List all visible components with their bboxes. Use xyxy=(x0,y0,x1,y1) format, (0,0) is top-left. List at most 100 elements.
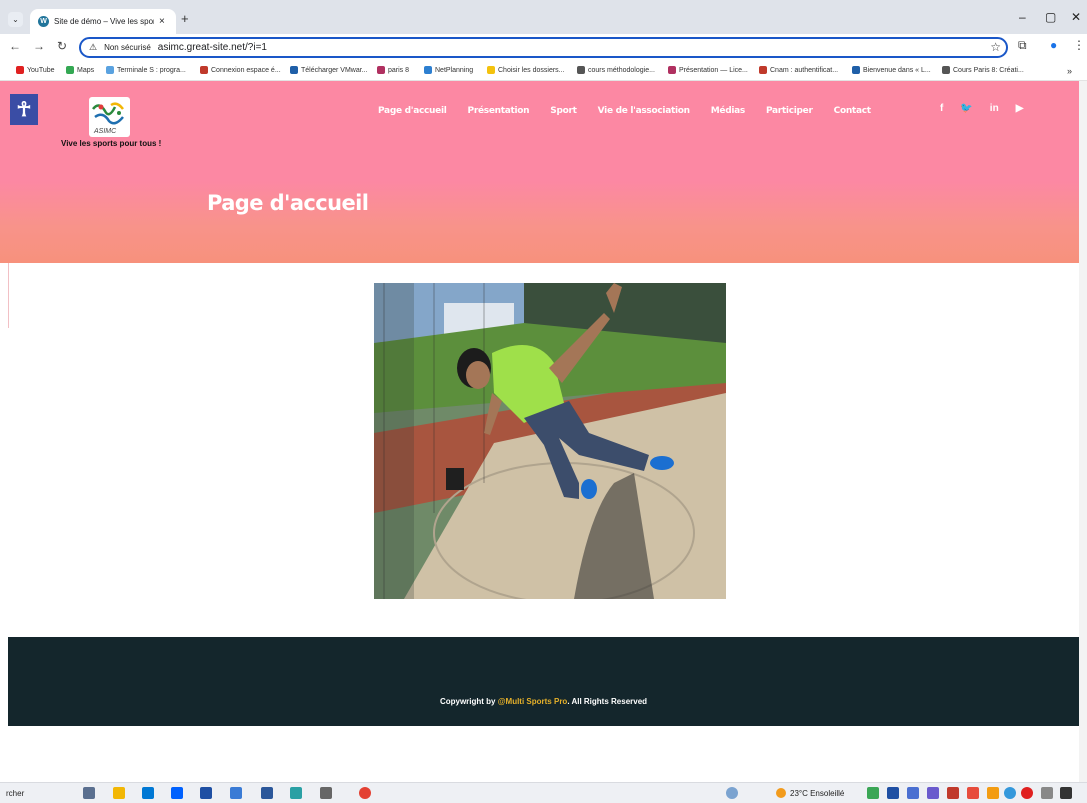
maps-icon xyxy=(66,66,74,74)
tray-icon[interactable] xyxy=(947,787,959,799)
back-icon[interactable]: ← xyxy=(9,39,21,53)
bookmark-icon xyxy=(668,66,676,74)
bookmark-star-icon[interactable]: ☆ xyxy=(990,40,1001,54)
close-tab-icon[interactable]: × xyxy=(159,16,165,27)
main-nav: Page d'accueil Présentation Sport Vie de… xyxy=(378,106,871,116)
task-view-icon[interactable] xyxy=(83,787,95,799)
app-icon[interactable] xyxy=(200,787,212,799)
profile-icon[interactable]: ● xyxy=(1050,38,1057,52)
globe-icon xyxy=(577,66,585,74)
dropbox-icon[interactable] xyxy=(171,787,183,799)
nav-participate[interactable]: Participer xyxy=(766,106,813,116)
help-icon[interactable] xyxy=(726,787,738,799)
logo-graphic: ASIMC xyxy=(92,102,124,135)
bookmark-item[interactable]: Bienvenue dans « L... xyxy=(852,66,931,74)
scrollbar[interactable] xyxy=(1079,81,1087,782)
bookmark-item[interactable]: paris 8 xyxy=(377,66,409,74)
reload-icon[interactable]: ↻ xyxy=(57,39,67,53)
tray-icon[interactable] xyxy=(1041,787,1053,799)
bookmark-icon xyxy=(424,66,432,74)
browser-tab[interactable]: W Site de démo – Vive les sports p × xyxy=(30,9,176,34)
bookmark-item[interactable]: YouTube xyxy=(16,66,55,74)
bookmark-item[interactable]: Cnam : authentificat... xyxy=(759,66,838,74)
bookmark-icon xyxy=(487,66,495,74)
bookmark-item[interactable]: Choisir les dossiers... xyxy=(487,66,565,74)
page-title: Page d'accueil xyxy=(207,191,369,215)
file-explorer-icon[interactable] xyxy=(113,787,125,799)
tab-title: Site de démo – Vive les sports p xyxy=(54,17,154,26)
bookmarks-overflow-button[interactable]: » xyxy=(1067,66,1072,76)
site-tagline: Vive les sports pour tous ! xyxy=(61,139,162,148)
edge-icon[interactable] xyxy=(290,787,302,799)
app-icon[interactable] xyxy=(320,787,332,799)
forward-icon[interactable]: → xyxy=(33,39,45,53)
tray-icon[interactable] xyxy=(907,787,919,799)
nav-presentation[interactable]: Présentation xyxy=(468,106,530,116)
maximize-icon[interactable]: ▢ xyxy=(1045,10,1056,24)
bookmark-icon xyxy=(852,66,860,74)
menu-icon[interactable]: ⋮ xyxy=(1073,38,1085,52)
site-footer: Copywright by @Multi Sports Pro. All Rig… xyxy=(8,637,1079,726)
bookmark-item[interactable]: Connexion espace é... xyxy=(200,66,281,74)
bookmark-icon xyxy=(200,66,208,74)
tray-icon[interactable] xyxy=(887,787,899,799)
bookmark-item[interactable]: Présentation — Lice... xyxy=(668,66,748,74)
athlete-photo xyxy=(374,283,726,599)
close-window-icon[interactable]: ✕ xyxy=(1071,10,1081,24)
divider xyxy=(8,263,9,328)
weather-widget[interactable]: 23°C Ensoleillé xyxy=(776,788,844,798)
globe-icon xyxy=(942,66,950,74)
facebook-icon[interactable]: f xyxy=(940,103,943,114)
bookmark-item[interactable]: NetPlanning xyxy=(424,66,473,74)
sun-icon xyxy=(776,788,786,798)
store-icon[interactable] xyxy=(142,787,154,799)
tray-icon[interactable] xyxy=(1004,787,1016,799)
bookmark-icon xyxy=(377,66,385,74)
accessibility-icon[interactable]: ☥ xyxy=(10,94,38,125)
minimize-icon[interactable]: – xyxy=(1019,10,1026,24)
brand-link[interactable]: @Multi Sports Pro xyxy=(498,697,568,706)
tray-icon[interactable] xyxy=(987,787,999,799)
copyright-text: Copywright by @Multi Sports Pro. All Rig… xyxy=(439,697,648,706)
linkedin-icon[interactable]: in xyxy=(990,103,999,114)
nav-home[interactable]: Page d'accueil xyxy=(378,106,447,116)
tray-icon[interactable] xyxy=(1060,787,1072,799)
tray-icon[interactable] xyxy=(867,787,879,799)
tray-icon[interactable] xyxy=(967,787,979,799)
word-icon[interactable] xyxy=(261,787,273,799)
bookmark-icon xyxy=(106,66,114,74)
social-links: f 🐦 in ▶ xyxy=(940,103,1023,114)
youtube-icon xyxy=(16,66,24,74)
photo-graphic xyxy=(374,283,726,599)
mail-icon[interactable] xyxy=(230,787,242,799)
taskbar-search[interactable]: rcher xyxy=(6,789,24,798)
nav-contact[interactable]: Contact xyxy=(834,106,871,116)
bookmark-item[interactable]: Terminale S : progra... xyxy=(106,66,186,74)
chrome-icon[interactable] xyxy=(359,787,371,799)
tab-search-button[interactable]: ⌄ xyxy=(8,12,23,27)
nav-media[interactable]: Médias xyxy=(711,106,746,116)
bookmark-item[interactable]: cours méthodologie... xyxy=(577,66,655,74)
os-taskbar: rcher 23°C Ensoleillé xyxy=(0,782,1087,803)
warning-icon: ⚠ xyxy=(89,42,98,52)
nav-association-life[interactable]: Vie de l'association xyxy=(598,106,690,116)
nav-sport[interactable]: Sport xyxy=(550,106,577,116)
bookmark-item[interactable]: Télécharger VMwar... xyxy=(290,66,368,74)
opera-icon[interactable] xyxy=(1021,787,1033,799)
url-text[interactable]: asimc.great-site.net/?i=1 xyxy=(158,42,267,53)
bookmark-item[interactable]: Maps xyxy=(66,66,94,74)
bookmark-icon xyxy=(759,66,767,74)
site-logo[interactable]: ASIMC xyxy=(89,97,130,137)
bookmark-icon xyxy=(290,66,298,74)
new-tab-button[interactable]: + xyxy=(181,11,189,26)
youtube-icon[interactable]: ▶ xyxy=(1016,103,1024,114)
tray-icon[interactable] xyxy=(927,787,939,799)
bookmark-item[interactable]: Cours Paris 8: Créati... xyxy=(942,66,1024,74)
security-label[interactable]: Non sécurisé xyxy=(104,43,151,52)
extensions-icon[interactable]: ⧉ xyxy=(1018,38,1027,53)
twitter-icon[interactable]: 🐦 xyxy=(960,103,972,114)
logo-text: ASIMC xyxy=(93,128,117,135)
bookmarks-bar: YouTube Maps Terminale S : progra... Con… xyxy=(0,60,1087,81)
address-bar[interactable]: ⚠ Non sécurisé asimc.great-site.net/?i=1… xyxy=(79,37,1008,58)
wordpress-icon: W xyxy=(38,16,49,27)
